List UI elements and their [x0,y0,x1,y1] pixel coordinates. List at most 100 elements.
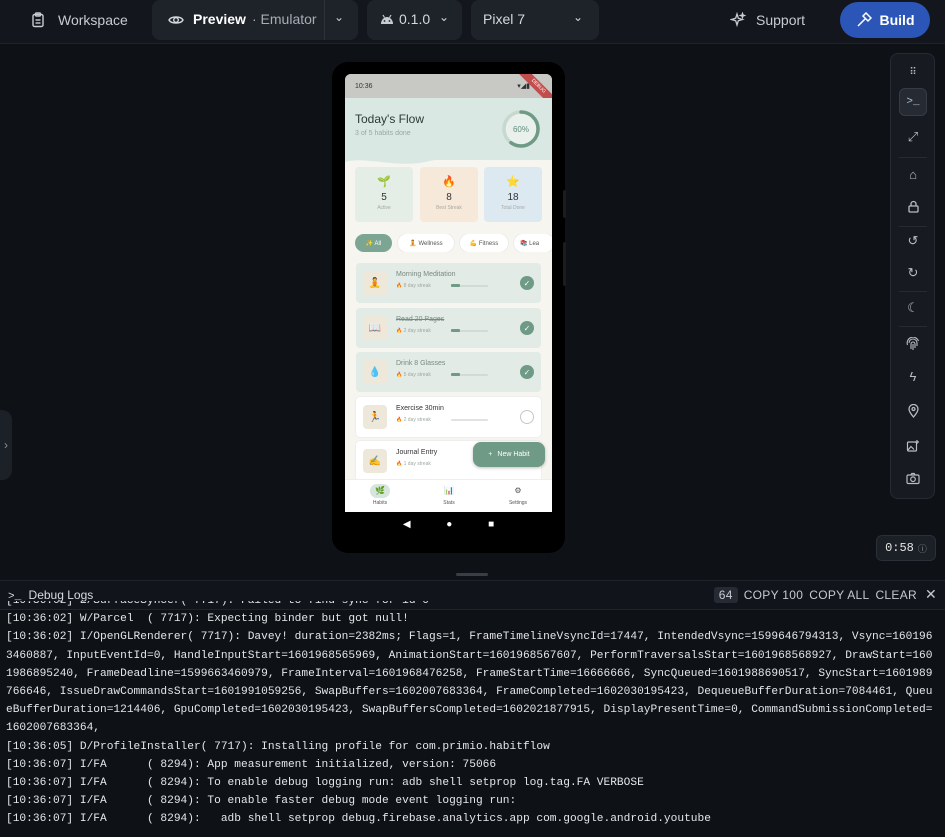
stat-label: Active [377,205,391,211]
habit-done-checkbox[interactable]: ✓ [520,321,534,335]
lightning-icon[interactable]: ϟ [899,362,927,390]
habit-name: Read 20 Pages [396,316,445,323]
pen-icon: ✍️ [363,449,387,473]
debug-log-output[interactable]: [10:36:02] E/SurfaceSyncer( 7717): Faile… [6,601,936,837]
copy-all-button[interactable]: COPY ALL [809,588,869,602]
book-icon: 📖 [363,316,387,340]
chevron-right-icon: › [4,438,8,452]
chevron-down-icon: ⌄ [439,10,450,24]
status-time: 10:36 [355,82,373,90]
gear-icon: ⚙ [514,486,522,495]
nav-habits[interactable]: 🌿 Habits [355,484,405,506]
header-wave [345,152,552,164]
habit-name: Exercise 30min [396,405,444,412]
chip-fitness[interactable]: 💪 Fitness [460,234,508,252]
rotate-left-icon[interactable]: ↺ [899,227,927,255]
expand-panel-button[interactable]: › [0,410,12,480]
bar-chart-icon: 📊 [444,486,454,495]
habit-progress-fill [451,329,460,332]
log-line: [10:36:02] I/OpenGLRenderer( 7717): Dave… [6,631,933,735]
leaf-icon: 🌿 [370,484,390,498]
back-icon[interactable]: ◀ [403,519,411,530]
fingerprint-icon[interactable] [899,330,927,358]
habit-card[interactable]: 🧘 Morning Meditation 🔥 8 day streak ✓ [356,263,541,303]
location-pin-icon[interactable] [899,397,927,425]
eye-icon [168,16,184,24]
habit-card[interactable]: 🏃 Exercise 30min 🔥 2 day streak [356,397,541,437]
stat-card-total[interactable]: ⭐ 18 Total Done [484,167,542,222]
log-line: [10:36:07] I/FA ( 8294): adb shell setpr… [6,813,711,826]
device-selector[interactable]: Pixel 7 ⌄ [471,0,599,40]
habit-card[interactable]: 💧 Drink 8 Glasses 🔥 5 day streak ✓ [356,352,541,392]
nav-label: Settings [508,500,528,506]
stat-card-active[interactable]: 🌱 5 Active [355,167,413,222]
droplet-icon: 💧 [363,360,387,384]
preview-mode-selector[interactable]: Preview · Emulator ⌄ [152,0,358,40]
star-icon: ⭐ [506,176,520,188]
status-bar: 10:36 ▾◢▮ [345,74,552,98]
add-image-icon[interactable] [899,432,927,460]
stats-row: 🌱 5 Active 🔥 8 Best Streak ⭐ 18 Total Do… [355,167,543,222]
system-navigation: ◀ ● ■ [345,512,552,537]
habit-name: Morning Meditation [396,271,456,278]
support-button[interactable]: Support [730,0,805,40]
timer-value: 0:58 [885,541,914,555]
chip-all[interactable]: ✨ All [355,234,392,252]
emulator-label: · Emulator [252,11,317,27]
nav-settings[interactable]: ⚙ Settings [493,484,543,506]
panel-resize-handle[interactable] [456,573,488,576]
new-habit-label: New Habit [497,451,530,458]
workspace-button[interactable]: Workspace [30,0,128,40]
terminal-icon[interactable]: >_ [899,88,927,116]
flow-header: Today's Flow 3 of 5 habits done 60% [345,98,552,164]
habit-done-checkbox[interactable]: ✓ [520,276,534,290]
nav-label: Habits [372,500,388,506]
log-line: [10:36:02] W/Parcel ( 7717): Expecting b… [6,613,409,626]
new-habit-button[interactable]: + New Habit [473,442,545,467]
nav-stats[interactable]: 📊 Stats [424,484,474,506]
habit-done-checkbox[interactable] [520,410,534,424]
stat-label: Total Done [501,205,525,211]
preview-label: Preview [193,11,246,27]
rotate-right-icon[interactable]: ↻ [899,259,927,287]
divider [899,291,927,292]
home-icon[interactable]: ● [446,519,452,530]
habit-done-checkbox[interactable]: ✓ [520,365,534,379]
sparkle-icon [730,12,746,28]
emulator-stage: › 10:36 ▾◢▮ DEBUG Today's Flow 3 of 5 ha… [0,45,945,571]
habit-progress-fill [451,373,460,376]
category-chips: ✨ All 🧘 Wellness 💪 Fitness 📚 Lea [355,234,552,252]
chevron-down-icon[interactable]: ⌄ [334,10,344,24]
session-timer: 0:58 ⓘ [876,535,936,561]
expand-icon[interactable]: ⤢ [899,123,927,151]
clear-button[interactable]: CLEAR [875,588,917,602]
home-icon[interactable]: ⌂ [899,160,927,188]
habit-card[interactable]: 📖 Read 20 Pages 🔥 2 day streak ✓ [356,308,541,348]
volume-button [563,242,566,286]
camera-icon[interactable] [899,464,927,492]
dark-mode-icon[interactable]: ☾ [899,294,927,322]
chip-wellness[interactable]: 🧘 Wellness [398,234,454,252]
log-line: [10:36:07] I/FA ( 8294): To enable debug… [6,777,644,790]
build-label: Build [879,12,915,28]
stat-card-streak[interactable]: 🔥 8 Best Streak [420,167,478,222]
build-button[interactable]: Build [840,2,930,38]
android-icon [381,14,393,24]
recents-icon[interactable]: ■ [488,519,494,530]
divider [899,326,927,327]
habit-streak: 🔥 1 day streak [396,461,431,467]
sprout-icon: 🌱 [377,176,391,188]
lock-icon[interactable] [899,192,927,220]
emulator-controls: ⠿ >_ ⤢ ⌂ ↺ ↻ ☾ ϟ [890,53,935,499]
drag-handle-icon[interactable]: ⠿ [899,58,927,86]
info-icon[interactable]: ⓘ [918,542,927,555]
habit-streak: 🔥 2 day streak [396,417,431,423]
top-toolbar: Workspace Preview · Emulator ⌄ 0.1.0 ⌄ P… [0,0,945,44]
stat-value: 5 [381,192,387,203]
runner-icon: 🏃 [363,405,387,429]
phone-screen[interactable]: 10:36 ▾◢▮ DEBUG Today's Flow 3 of 5 habi… [345,74,552,512]
copy-100-button[interactable]: COPY 100 [744,588,804,602]
hammer-icon [856,12,872,27]
chip-learning[interactable]: 📚 Lea [514,234,552,252]
version-selector[interactable]: 0.1.0 ⌄ [367,0,462,40]
